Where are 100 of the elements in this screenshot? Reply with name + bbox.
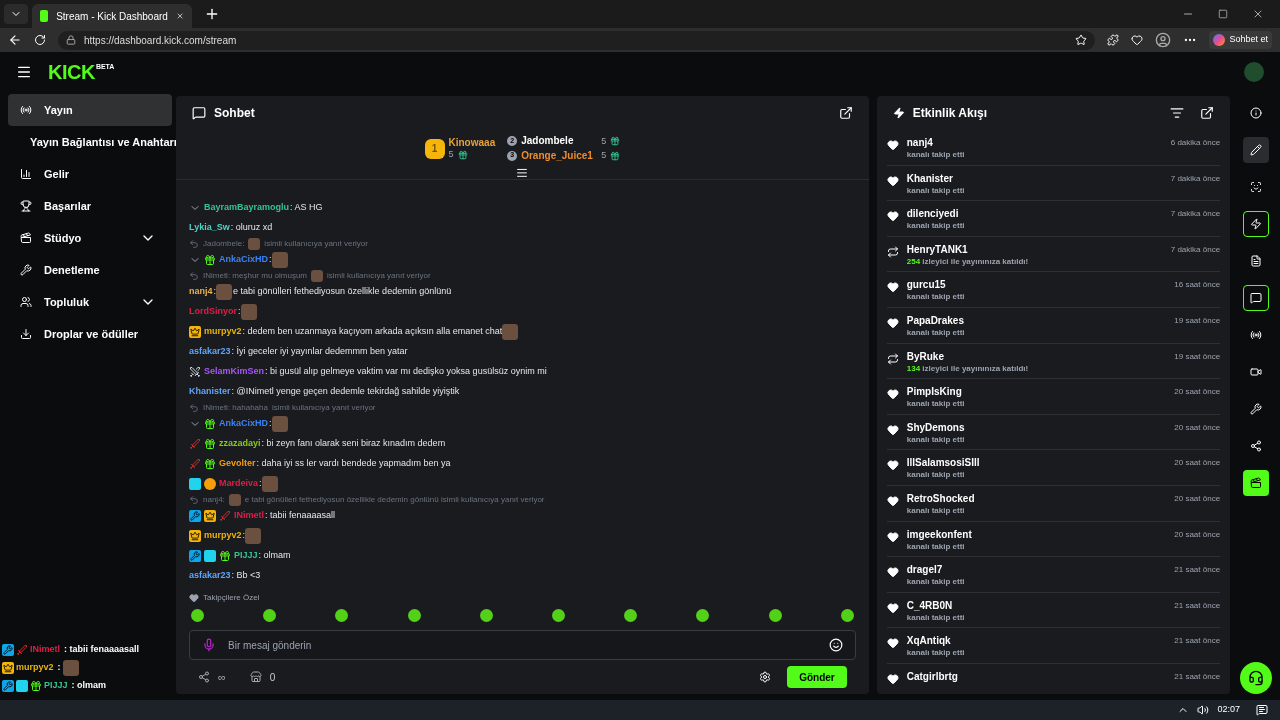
emote-icon[interactable] bbox=[479, 608, 493, 622]
chat-username[interactable]: zzazadayi bbox=[219, 437, 261, 451]
chat-message-text: : bbox=[269, 253, 272, 267]
event-username[interactable]: dilenciyedi bbox=[906, 207, 1163, 222]
event-username[interactable]: ShyDemons bbox=[906, 420, 1167, 435]
event-username[interactable]: nanj4 bbox=[906, 136, 1163, 150]
support-button[interactable] bbox=[1240, 662, 1273, 694]
chat-username[interactable]: Gevolter bbox=[219, 457, 256, 471]
event-username[interactable]: imgeekonfent bbox=[906, 527, 1167, 542]
sidebar-tool-button[interactable] bbox=[1243, 285, 1270, 311]
event-username[interactable]: PimpIsKing bbox=[906, 385, 1167, 400]
emote-icon[interactable] bbox=[551, 608, 565, 622]
kick-logo[interactable]: KICK bbox=[48, 62, 95, 82]
profile-icon[interactable] bbox=[1155, 32, 1172, 48]
sidebar-item[interactable]: Başarılar bbox=[8, 190, 172, 222]
chat-username[interactable]: AnkaCixHD bbox=[219, 417, 268, 431]
event-username[interactable]: ByRuke bbox=[906, 349, 1167, 364]
chat-username[interactable]: Mardeiva bbox=[219, 477, 259, 491]
chat-username[interactable]: Khanister bbox=[189, 385, 231, 399]
emote-icon[interactable] bbox=[768, 608, 782, 622]
emoji-icon[interactable] bbox=[828, 638, 843, 652]
chat-username[interactable]: AnkaCixHD bbox=[219, 253, 268, 267]
chat-username[interactable]: murpyv2 bbox=[204, 325, 242, 339]
lock-icon[interactable] bbox=[66, 35, 76, 45]
tab-list-button[interactable] bbox=[4, 4, 28, 24]
heart-icon bbox=[886, 530, 899, 543]
chat-message-text: : bbox=[259, 477, 262, 491]
event-username[interactable]: Khanister bbox=[906, 171, 1163, 186]
menu-icon[interactable] bbox=[16, 64, 32, 80]
event-username[interactable]: dragel7 bbox=[906, 563, 1167, 578]
maximize-icon[interactable] bbox=[1218, 9, 1228, 19]
emote-image bbox=[228, 494, 241, 506]
emote-icon[interactable] bbox=[191, 608, 204, 622]
event-time: 19 saat önce bbox=[1174, 350, 1221, 363]
sidebar-item[interactable]: Topluluk bbox=[8, 286, 172, 318]
event-username[interactable]: C_4RB0N bbox=[906, 598, 1167, 613]
address-bar[interactable]: https://dashboard.kick.com/stream bbox=[58, 30, 1096, 50]
sidebar-tool-button[interactable] bbox=[1243, 470, 1270, 496]
chat-username[interactable]: asfakar23 bbox=[189, 569, 231, 583]
gift-icon bbox=[610, 150, 621, 161]
extensions-icon[interactable] bbox=[1107, 34, 1120, 46]
shop-icon[interactable] bbox=[249, 671, 262, 683]
event-username[interactable]: IllSalamsosiSIll bbox=[906, 456, 1167, 471]
sidebar-item[interactable]: Denetleme bbox=[8, 254, 172, 286]
chat-username[interactable]: PIJJJ bbox=[234, 549, 258, 563]
chat-username[interactable]: Lykia_Sw bbox=[189, 221, 230, 235]
chat-username[interactable]: SelamKimSen bbox=[204, 365, 265, 379]
heart-icon bbox=[189, 593, 199, 603]
event-username[interactable]: PapaDrakes bbox=[906, 313, 1167, 328]
popout-icon[interactable] bbox=[838, 106, 853, 120]
chat-message-text: : dedem ben uzanmaya kaçıyom arkada açıksın alla emanet chat bbox=[242, 325, 503, 339]
favorite-icon[interactable] bbox=[1075, 34, 1088, 46]
message-input[interactable]: Bir mesaj gönderin bbox=[228, 637, 817, 653]
url-text[interactable]: https://dashboard.kick.com/stream bbox=[84, 32, 1068, 48]
sidebar-tool-button[interactable] bbox=[1243, 211, 1270, 237]
close-window-icon[interactable] bbox=[1252, 8, 1264, 20]
emote-icon[interactable] bbox=[407, 608, 421, 622]
event-username[interactable]: Catgirlbrtg bbox=[906, 669, 1167, 684]
emote-icon[interactable] bbox=[263, 608, 277, 622]
back-icon[interactable] bbox=[8, 33, 22, 47]
emote-icon[interactable] bbox=[840, 608, 854, 622]
sidebar-tool-button[interactable] bbox=[1243, 137, 1270, 163]
sidebar-item[interactable]: Stüdyo bbox=[8, 222, 172, 254]
wrench-icon bbox=[1250, 403, 1263, 415]
new-tab-icon[interactable] bbox=[204, 6, 220, 22]
filter-icon[interactable] bbox=[1170, 106, 1185, 120]
event-time: 19 saat önce bbox=[1174, 314, 1221, 327]
browser-tab[interactable]: Stream - Kick Dashboard bbox=[32, 4, 192, 28]
send-button[interactable]: Gönder bbox=[787, 666, 847, 688]
emote-icon[interactable] bbox=[696, 608, 710, 622]
event-detail: kanalı takip etti bbox=[906, 541, 966, 552]
sidebar-item[interactable]: Yayın bbox=[8, 94, 172, 126]
chat-username[interactable]: murpyv2 bbox=[204, 529, 242, 543]
chat-username[interactable]: nanj4 bbox=[189, 285, 213, 299]
close-icon[interactable] bbox=[175, 10, 184, 22]
sidebar-item[interactable]: Gelir bbox=[8, 158, 172, 190]
event-username[interactable]: gurcu15 bbox=[906, 278, 1167, 293]
settings-icon[interactable] bbox=[759, 671, 772, 683]
volume-icon[interactable] bbox=[1197, 704, 1210, 716]
emote-icon[interactable] bbox=[624, 608, 638, 622]
event-username[interactable]: RetroShocked bbox=[906, 491, 1167, 506]
emote-icon[interactable] bbox=[335, 608, 349, 622]
reload-icon[interactable] bbox=[34, 34, 46, 46]
event-username[interactable]: XqAntiqk bbox=[906, 634, 1167, 649]
chat-username[interactable]: asfakar23 bbox=[189, 345, 231, 359]
sidebar-item[interactable]: Droplar ve ödüller bbox=[8, 318, 172, 350]
chat-username[interactable]: LordSinyor bbox=[189, 305, 237, 319]
chat-username[interactable]: INimetl bbox=[234, 509, 264, 523]
notifications-icon[interactable] bbox=[1256, 704, 1268, 716]
message-composer[interactable]: Bir mesaj gönderin bbox=[189, 630, 856, 660]
expand-leaderboard-icon[interactable] bbox=[516, 167, 529, 179]
favorites-icon[interactable] bbox=[1131, 34, 1144, 46]
event-detail: kanalı takip etti bbox=[906, 434, 966, 445]
popout-icon[interactable] bbox=[1200, 106, 1215, 120]
microphone-icon[interactable] bbox=[202, 638, 216, 652]
event-username[interactable]: HenryTANK1 bbox=[906, 242, 1163, 257]
clock: 02:07 bbox=[1217, 703, 1240, 717]
chat-username[interactable]: BayramBayramoglu bbox=[204, 201, 290, 215]
emote-image bbox=[216, 284, 233, 300]
copilot-button[interactable]: Sohbet et bbox=[1209, 31, 1272, 49]
